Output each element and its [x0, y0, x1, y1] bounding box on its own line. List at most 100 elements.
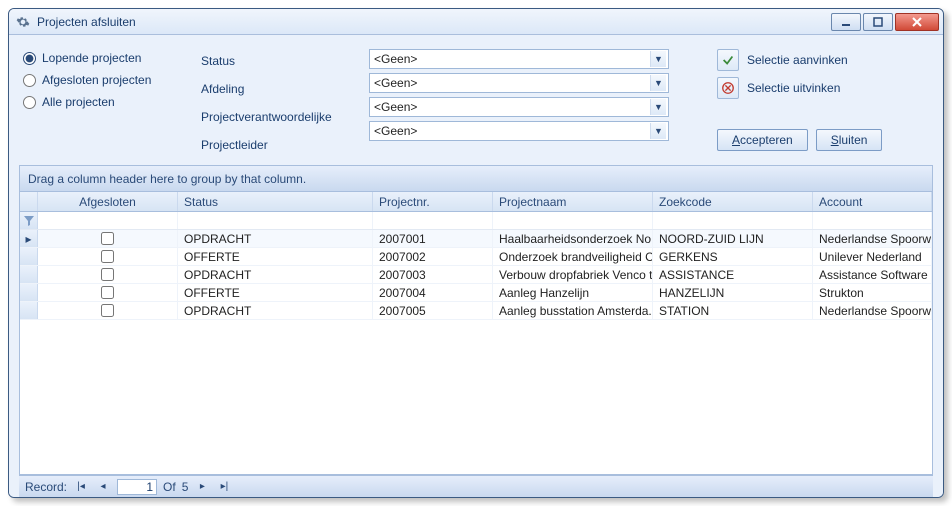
cell-projectnr: 2007002 — [373, 248, 493, 265]
afgesloten-checkbox[interactable] — [101, 232, 114, 245]
radio-lopende-input[interactable] — [23, 52, 36, 65]
grid-body[interactable]: ▸OPDRACHT2007001Haalbaarheidsonderzoek N… — [20, 230, 932, 474]
row-indicator — [20, 266, 38, 283]
cell-projectnaam: Verbouw dropfabriek Venco t.. — [493, 266, 653, 283]
close-button[interactable] — [895, 13, 939, 31]
cell-projectnaam: Onderzoek brandveiligheid C.. — [493, 248, 653, 265]
table-row[interactable]: OFFERTE2007002Onderzoek brandveiligheid … — [20, 248, 932, 266]
row-indicator — [20, 248, 38, 265]
chevron-down-icon: ▼ — [650, 99, 666, 115]
cell-projectnaam: Aanleg Hanzelijn — [493, 284, 653, 301]
chevron-down-icon: ▼ — [650, 75, 666, 91]
filter-icon[interactable] — [20, 212, 38, 229]
label-status: Status — [201, 51, 351, 71]
window-title: Projecten afsluiten — [37, 15, 136, 29]
cell-account: Unilever Nederland — [813, 248, 932, 265]
record-of-label: Of — [163, 480, 176, 494]
cell-status: OPDRACHT — [178, 302, 373, 319]
combo-afdeling[interactable]: <Geen> ▼ — [369, 73, 669, 93]
cell-projectnr: 2007003 — [373, 266, 493, 283]
combo-afdeling-value: <Geen> — [374, 76, 417, 90]
col-header-account[interactable]: Account — [813, 192, 932, 211]
select-all-label: Selectie aanvinken — [747, 53, 848, 67]
table-row[interactable]: OPDRACHT2007005Aanleg busstation Amsterd… — [20, 302, 932, 320]
radio-alle-label: Alle projecten — [42, 95, 115, 109]
table-row[interactable]: OPDRACHT2007003Verbouw dropfabriek Venco… — [20, 266, 932, 284]
select-all-row: Selectie aanvinken — [717, 49, 882, 71]
action-column: Selectie aanvinken Selectie uitvinken Ac… — [717, 49, 882, 151]
content-area: Lopende projecten Afgesloten projecten A… — [9, 35, 943, 497]
grid-filter-row[interactable] — [20, 212, 932, 230]
group-by-header[interactable]: Drag a column header here to group by th… — [19, 165, 933, 191]
cell-account: Nederlandse Spoorwegen — [813, 230, 932, 247]
window-frame: Projecten afsluiten Lopende projecten Af… — [8, 8, 944, 498]
chevron-down-icon: ▼ — [650, 51, 666, 67]
window-buttons — [831, 13, 939, 31]
col-header-status[interactable]: Status — [178, 192, 373, 211]
minimize-button[interactable] — [831, 13, 861, 31]
deselect-all-label: Selectie uitvinken — [747, 81, 840, 95]
col-header-projectnaam[interactable]: Projectnaam — [493, 192, 653, 211]
select-all-button[interactable] — [717, 49, 739, 71]
afgesloten-checkbox[interactable] — [101, 286, 114, 299]
cell-projectnaam: Haalbaarheidsonderzoek No.. — [493, 230, 653, 247]
afgesloten-checkbox[interactable] — [101, 304, 114, 317]
radio-afgesloten-input[interactable] — [23, 74, 36, 87]
close-dialog-button[interactable]: Sluiten — [816, 129, 883, 151]
cell-afgesloten[interactable] — [38, 248, 178, 265]
cell-zoekcode: STATION — [653, 302, 813, 319]
cell-account: Strukton — [813, 284, 932, 301]
accept-button[interactable]: Accepteren — [717, 129, 808, 151]
col-header-afgesloten[interactable]: Afgesloten — [38, 192, 178, 211]
project-scope-radios: Lopende projecten Afgesloten projecten A… — [23, 49, 183, 109]
cell-afgesloten[interactable] — [38, 284, 178, 301]
afgesloten-checkbox[interactable] — [101, 250, 114, 263]
cell-zoekcode: HANZELIJN — [653, 284, 813, 301]
chevron-down-icon: ▼ — [650, 123, 666, 139]
row-indicator — [20, 284, 38, 301]
cell-projectnr: 2007004 — [373, 284, 493, 301]
afgesloten-checkbox[interactable] — [101, 268, 114, 281]
cell-status: OPDRACHT — [178, 230, 373, 247]
cell-projectnaam: Aanleg busstation Amsterda.. — [493, 302, 653, 319]
radio-afgesloten[interactable]: Afgesloten projecten — [23, 73, 183, 87]
deselect-all-button[interactable] — [717, 77, 739, 99]
row-indicator: ▸ — [20, 230, 38, 247]
col-header-zoekcode[interactable]: Zoekcode — [653, 192, 813, 211]
nav-first-button[interactable]: |◂ — [73, 480, 89, 494]
accept-button-rest: ccepteren — [740, 133, 793, 147]
nav-last-button[interactable]: ▸| — [216, 480, 232, 494]
nav-next-button[interactable]: ▸ — [194, 480, 210, 494]
filter-labels: Status Afdeling Projectverantwoordelijke… — [201, 49, 351, 155]
cell-afgesloten[interactable] — [38, 230, 178, 247]
cell-zoekcode: ASSISTANCE — [653, 266, 813, 283]
col-header-projectnr[interactable]: Projectnr. — [373, 192, 493, 211]
maximize-button[interactable] — [863, 13, 893, 31]
titlebar: Projecten afsluiten — [9, 9, 943, 35]
button-row: Accepteren Sluiten — [717, 129, 882, 151]
table-row[interactable]: ▸OPDRACHT2007001Haalbaarheidsonderzoek N… — [20, 230, 932, 248]
row-indicator-header — [20, 192, 38, 211]
radio-alle-input[interactable] — [23, 96, 36, 109]
combo-verantw[interactable]: <Geen> ▼ — [369, 97, 669, 117]
grid-header: Afgesloten Status Projectnr. Projectnaam… — [20, 192, 932, 212]
combo-status[interactable]: <Geen> ▼ — [369, 49, 669, 69]
cell-status: OFFERTE — [178, 284, 373, 301]
combo-leider[interactable]: <Geen> ▼ — [369, 121, 669, 141]
close-button-rest: luiten — [839, 133, 868, 147]
cell-afgesloten[interactable] — [38, 266, 178, 283]
table-row[interactable]: OFFERTE2007004Aanleg HanzelijnHANZELIJNS… — [20, 284, 932, 302]
radio-lopende-label: Lopende projecten — [42, 51, 141, 65]
nav-prev-button[interactable]: ◂ — [95, 480, 111, 494]
cell-afgesloten[interactable] — [38, 302, 178, 319]
record-current-input[interactable] — [117, 479, 157, 495]
cell-account: Nederlandse Spoorwegen — [813, 302, 932, 319]
cell-status: OFFERTE — [178, 248, 373, 265]
radio-lopende[interactable]: Lopende projecten — [23, 51, 183, 65]
record-total: 5 — [182, 480, 189, 494]
cell-zoekcode: NOORD-ZUID LIJN — [653, 230, 813, 247]
gear-icon — [15, 14, 31, 30]
cell-status: OPDRACHT — [178, 266, 373, 283]
filter-panel: Lopende projecten Afgesloten projecten A… — [19, 43, 933, 165]
radio-alle[interactable]: Alle projecten — [23, 95, 183, 109]
